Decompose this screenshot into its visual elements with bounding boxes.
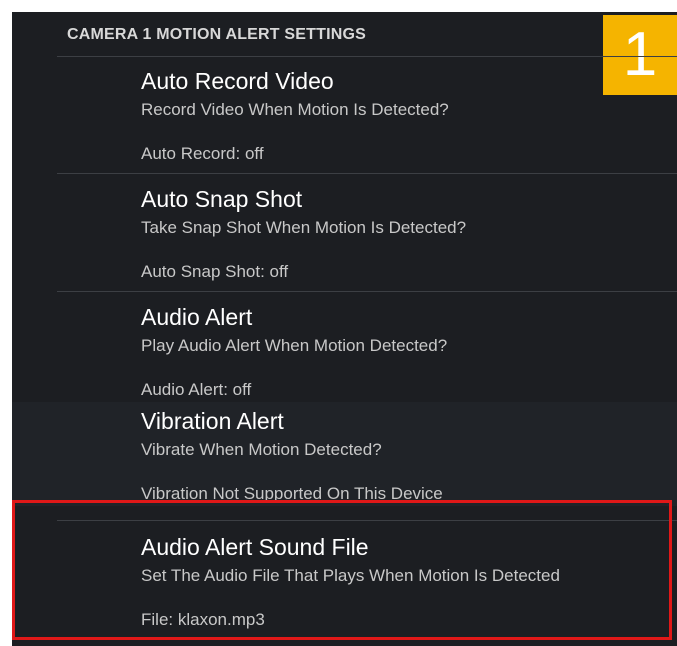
settings-screen: CAMERA 1 MOTION ALERT SETTINGS 1 Auto Re… — [12, 12, 677, 646]
setting-description: Set The Audio File That Plays When Motio… — [141, 566, 560, 585]
setting-status: Auto Snap Shot: off — [141, 262, 289, 281]
setting-audio-alert[interactable]: Audio Alert Play Audio Alert When Motion… — [12, 304, 677, 404]
setting-title: Audio Alert — [141, 304, 253, 330]
setting-status: Auto Record: off — [141, 144, 264, 163]
divider — [57, 291, 677, 292]
setting-title: Audio Alert Sound File — [141, 534, 369, 560]
divider — [57, 173, 677, 174]
setting-description: Vibrate When Motion Detected? — [141, 440, 382, 459]
divider — [57, 56, 677, 57]
setting-status: Vibration Not Supported On This Device — [141, 484, 443, 503]
setting-status: Audio Alert: off — [141, 380, 252, 399]
setting-auto-record-video[interactable]: Auto Record Video Record Video When Moti… — [12, 68, 677, 172]
divider — [57, 520, 677, 521]
setting-description: Play Audio Alert When Motion Detected? — [141, 336, 448, 355]
setting-title: Auto Record Video — [141, 68, 334, 94]
setting-status: File: klaxon.mp3 — [141, 610, 265, 629]
setting-title: Vibration Alert — [141, 408, 284, 434]
setting-audio-alert-sound-file[interactable]: Audio Alert Sound File Set The Audio Fil… — [12, 534, 677, 638]
setting-description: Record Video When Motion Is Detected? — [141, 100, 449, 119]
setting-description: Take Snap Shot When Motion Is Detected? — [141, 218, 467, 237]
section-header: CAMERA 1 MOTION ALERT SETTINGS — [67, 26, 367, 43]
setting-auto-snap-shot[interactable]: Auto Snap Shot Take Snap Shot When Motio… — [12, 186, 677, 290]
setting-title: Auto Snap Shot — [141, 186, 303, 212]
setting-vibration-alert[interactable]: Vibration Alert Vibrate When Motion Dete… — [12, 408, 677, 508]
